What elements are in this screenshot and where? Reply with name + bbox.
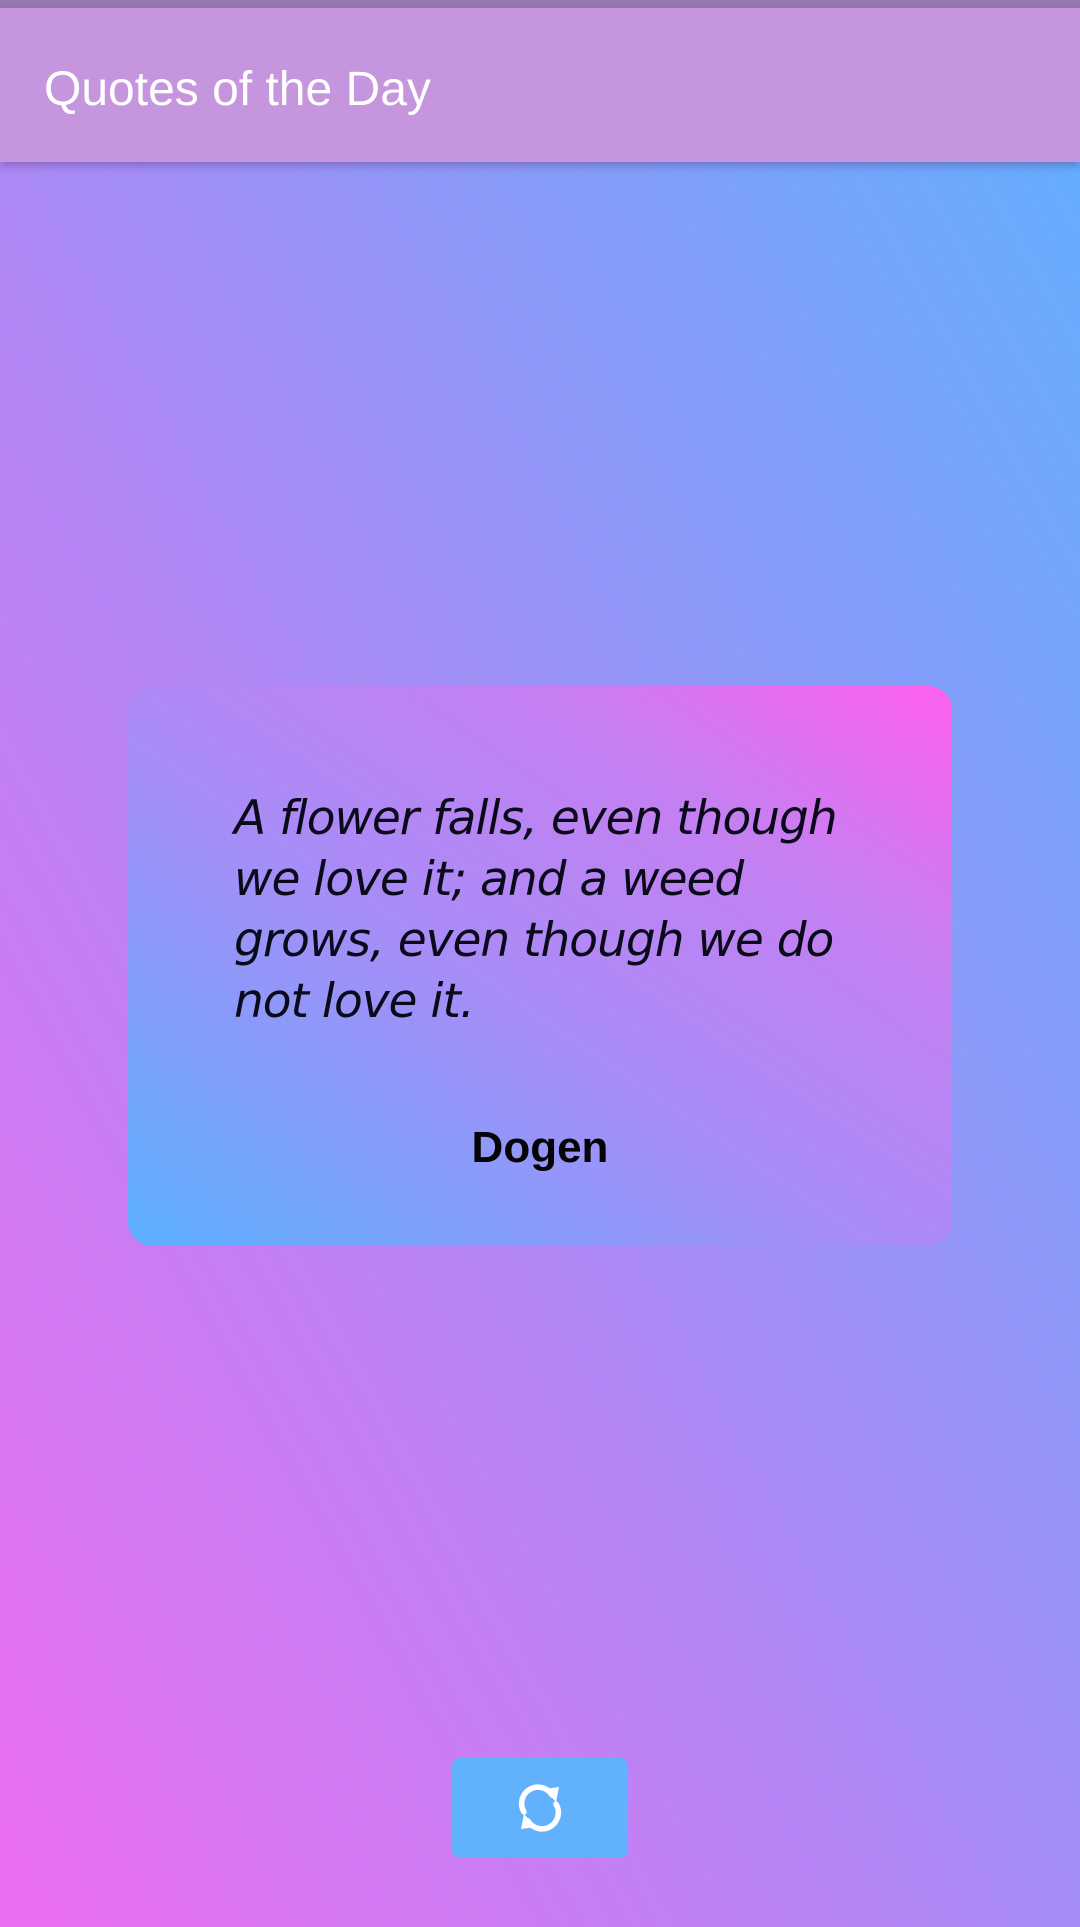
refresh-icon (513, 1781, 567, 1835)
app-title: Quotes of the Day (44, 63, 431, 116)
refresh-button[interactable] (452, 1758, 628, 1858)
status-bar (0, 0, 1080, 8)
app-bar: Quotes of the Day (0, 8, 1080, 162)
quote-text: A flower falls, even though we love it; … (234, 791, 838, 1029)
quote-card: A flower falls, even though we love it; … (128, 686, 952, 1246)
quote-author: Dogen (471, 1123, 609, 1172)
